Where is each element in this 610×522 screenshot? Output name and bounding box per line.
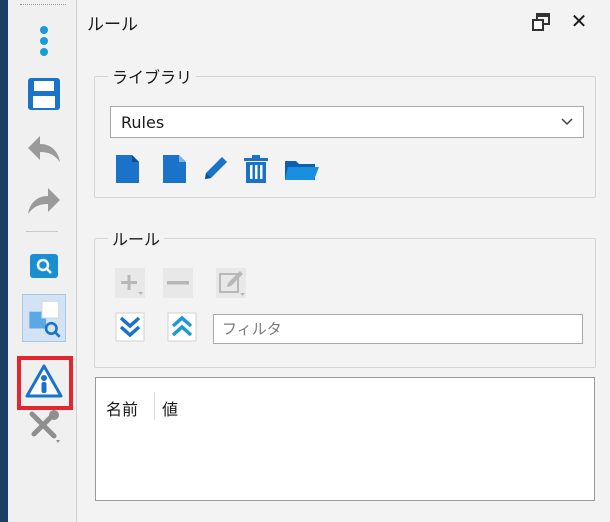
edit-disabled-icon — [216, 268, 246, 298]
save-icon[interactable] — [24, 74, 64, 114]
rules-legend: ルール — [108, 226, 165, 250]
new-document-icon — [163, 155, 186, 183]
properties-table[interactable]: 名前 値 — [95, 377, 595, 501]
delete-button[interactable] — [239, 152, 273, 186]
edit-button[interactable] — [198, 152, 232, 186]
add-button[interactable] — [113, 266, 147, 300]
tools-icon[interactable] — [24, 406, 64, 446]
rules-panel: ルール ✕ ライブラリ Rules ルール フィルタ 名前 値 — [77, 0, 610, 522]
new-rule-button[interactable] — [110, 152, 144, 186]
library-legend: ライブラリ — [108, 64, 197, 88]
undo-arrow-icon[interactable] — [24, 128, 64, 168]
highlight-annotation — [17, 356, 73, 410]
search-screenshot-icon[interactable] — [24, 246, 64, 286]
panel-title-bar: ルール ✕ — [77, 8, 610, 38]
column-divider[interactable] — [154, 392, 155, 420]
float-window-icon — [532, 13, 550, 31]
chevron-down-icon — [561, 118, 573, 126]
zoom-shapes-icon[interactable] — [22, 294, 66, 342]
rules-group — [94, 238, 596, 368]
open-folder-icon — [285, 161, 319, 180]
remove-icon — [163, 268, 193, 298]
collapse-all-icon — [167, 312, 197, 342]
left-toolbar — [0, 0, 77, 522]
remove-button[interactable] — [161, 266, 195, 300]
new-rule-icon — [116, 155, 139, 183]
new-document-button[interactable] — [157, 152, 191, 186]
column-header-name[interactable]: 名前 — [106, 396, 138, 420]
toolbar-separator — [26, 231, 58, 232]
library-dropdown[interactable]: Rules — [110, 106, 584, 138]
column-header-value[interactable]: 値 — [162, 396, 178, 420]
close-button[interactable]: ✕ — [567, 8, 591, 34]
add-icon — [115, 268, 145, 298]
panel-title: ルール — [87, 15, 138, 35]
toolbar-accent-strip — [0, 0, 8, 522]
edit-rule-button[interactable] — [214, 266, 248, 300]
library-selected-value: Rules — [121, 113, 165, 132]
filter-input[interactable] — [213, 314, 583, 344]
collapse-all-button[interactable] — [167, 312, 197, 342]
vertical-dots-icon[interactable] — [24, 22, 64, 62]
redo-arrow-icon[interactable] — [24, 180, 64, 220]
delete-trash-icon — [244, 155, 268, 183]
open-folder-button[interactable] — [282, 152, 320, 186]
float-window-button[interactable] — [531, 12, 551, 32]
toolbar-grip — [20, 4, 66, 5]
expand-all-icon — [115, 312, 145, 342]
expand-all-button[interactable] — [115, 312, 145, 342]
edit-pencil-icon — [205, 157, 227, 179]
